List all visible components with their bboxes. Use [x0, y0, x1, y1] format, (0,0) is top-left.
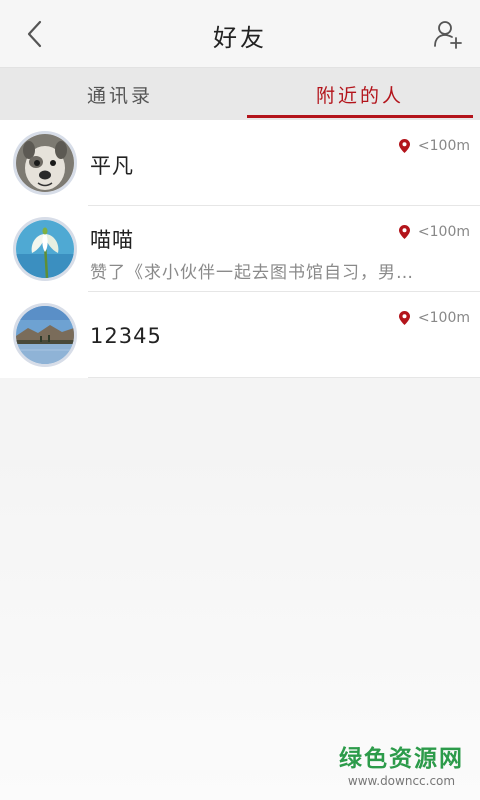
- distance-label: <100m: [417, 310, 470, 326]
- user-name: 12345: [90, 324, 162, 348]
- tab-bar: 通讯录 附近的人: [0, 68, 480, 120]
- back-button[interactable]: [18, 16, 52, 52]
- user-name: 平凡: [90, 154, 134, 178]
- location-pin-icon: [398, 311, 410, 325]
- distance-info: <100m: [398, 224, 470, 240]
- distance-info: <100m: [398, 310, 470, 326]
- add-user-icon: [434, 21, 462, 49]
- location-pin-icon: [398, 139, 410, 153]
- tab-nearby-people[interactable]: 附近的人: [240, 68, 480, 120]
- avatar: [13, 131, 77, 195]
- watermark-url: www.downcc.com: [347, 774, 456, 788]
- nearby-people-list: 平凡 <100m 喵喵 赞了《求小伙伴一起去图书馆自习，男… <100m 123…: [0, 120, 480, 378]
- distance-info: <100m: [398, 138, 470, 154]
- avatar: [13, 217, 77, 281]
- distance-label: <100m: [417, 138, 470, 154]
- chevron-left-icon: [27, 20, 42, 48]
- lake-landscape-photo: [16, 306, 74, 364]
- tab-contacts[interactable]: 通讯录: [0, 68, 240, 120]
- page-title: 好友: [213, 24, 267, 52]
- add-friend-button[interactable]: [430, 16, 466, 52]
- location-pin-icon: [398, 225, 410, 239]
- watermark-title: 绿色资源网: [339, 746, 464, 772]
- watermark: 绿色资源网 www.downcc.com: [339, 739, 464, 788]
- list-item[interactable]: 平凡 <100m: [0, 120, 480, 206]
- list-item[interactable]: 喵喵 赞了《求小伙伴一起去图书馆自习，男… <100m: [0, 206, 480, 292]
- distance-label: <100m: [417, 224, 470, 240]
- user-name: 喵喵: [90, 228, 134, 252]
- activity-status: 赞了《求小伙伴一起去图书馆自习，男…: [90, 263, 414, 283]
- divider: [88, 377, 480, 378]
- flower-photo: [16, 220, 74, 278]
- avatar: [13, 303, 77, 367]
- list-item[interactable]: 12345 <100m: [0, 292, 480, 378]
- dog-photo: [16, 134, 74, 192]
- top-bar: 好友: [0, 0, 480, 68]
